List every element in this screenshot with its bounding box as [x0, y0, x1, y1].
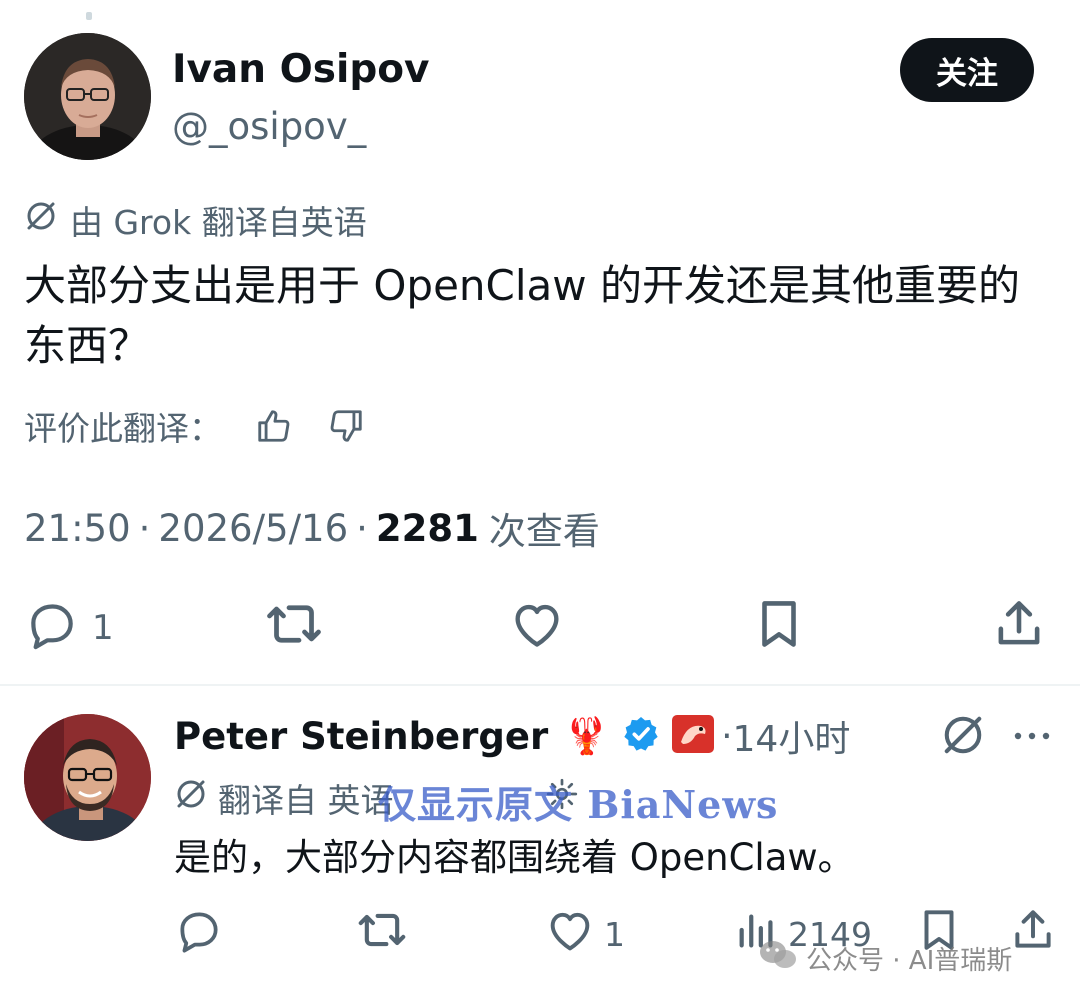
retweet-button[interactable]: [356, 906, 408, 962]
grok-icon: [24, 199, 58, 241]
reply-text: 是的，大部分内容都围绕着 OpenClaw。: [174, 836, 855, 879]
like-icon: [544, 904, 596, 964]
share-button[interactable]: [990, 596, 1048, 660]
view-count-label: 次查看: [488, 510, 600, 553]
author-name[interactable]: Ivan Osipov: [172, 44, 429, 96]
retweet-button[interactable]: [264, 596, 324, 660]
verified-badge-icon: [621, 714, 661, 758]
more-icon[interactable]: [1010, 716, 1054, 760]
author-handle[interactable]: @_osipov_: [172, 103, 366, 151]
reply-time[interactable]: 14小时: [733, 710, 851, 762]
tweet-actions: 1: [0, 596, 1080, 660]
retweet-icon: [356, 904, 408, 964]
reply-icon: [174, 905, 224, 963]
like-button[interactable]: [508, 596, 566, 660]
like-count: 1: [604, 914, 625, 954]
lobster-emoji: 🦞: [564, 716, 610, 757]
reply-icon: [24, 596, 80, 661]
reply-header: Peter Steinberger 🦞 · 14小时: [174, 708, 850, 764]
reply-author-name[interactable]: Peter Steinberger: [174, 715, 548, 758]
grok-icon: [174, 777, 208, 819]
tweet-meta: 21:50 · 2026/5/16 · 2281 次查看: [24, 502, 600, 554]
separator-dot: ·: [721, 715, 733, 757]
scroll-hint: [86, 12, 92, 20]
reply-button[interactable]: [174, 906, 224, 962]
tweet-text: 大部分支出是用于 OpenClaw 的开发还是其他重要的东西？: [24, 261, 1020, 370]
translation-label[interactable]: 由 Grok 翻译自英语: [70, 196, 367, 244]
wechat-watermark-text: 公众号 · AI普瑞斯: [806, 945, 1013, 976]
tweet-time[interactable]: 21:50: [24, 507, 131, 550]
thumbs-up-icon[interactable]: [250, 402, 298, 450]
bookmark-button[interactable]: [750, 596, 808, 660]
share-icon: [990, 595, 1048, 662]
avatar[interactable]: [24, 33, 151, 160]
rate-translation-label: 评价此翻译：: [24, 409, 222, 448]
like-button[interactable]: 1: [544, 906, 625, 962]
share-button[interactable]: [1008, 906, 1058, 962]
reply-avatar[interactable]: [24, 714, 151, 841]
thumbs-down-icon[interactable]: [322, 402, 370, 450]
follow-button[interactable]: 关注: [900, 38, 1034, 102]
wechat-icon: [758, 938, 798, 979]
divider: [0, 684, 1080, 686]
wechat-watermark: 公众号 · AI普瑞斯: [758, 938, 1012, 978]
reply-count: 1: [92, 608, 114, 648]
rate-translation: 评价此翻译：: [24, 402, 370, 450]
separator-dot: ·: [356, 506, 368, 550]
bookmark-icon: [750, 595, 808, 662]
watermark-overlay: 仅显示原文 BiaNews: [378, 782, 779, 827]
grok-icon[interactable]: [940, 712, 986, 762]
translation-notice: 由 Grok 翻译自英语: [24, 196, 367, 244]
separator-dot: ·: [138, 506, 151, 550]
view-count[interactable]: 2281: [376, 507, 479, 550]
like-icon: [508, 595, 566, 662]
share-icon: [1008, 905, 1058, 963]
retweet-icon: [264, 594, 324, 663]
tweet-date[interactable]: 2026/5/16: [158, 507, 348, 550]
reply-translation-label[interactable]: 翻译自 英语: [218, 774, 394, 822]
affiliate-badge-icon[interactable]: [671, 714, 715, 758]
reply-button[interactable]: 1: [24, 596, 114, 660]
